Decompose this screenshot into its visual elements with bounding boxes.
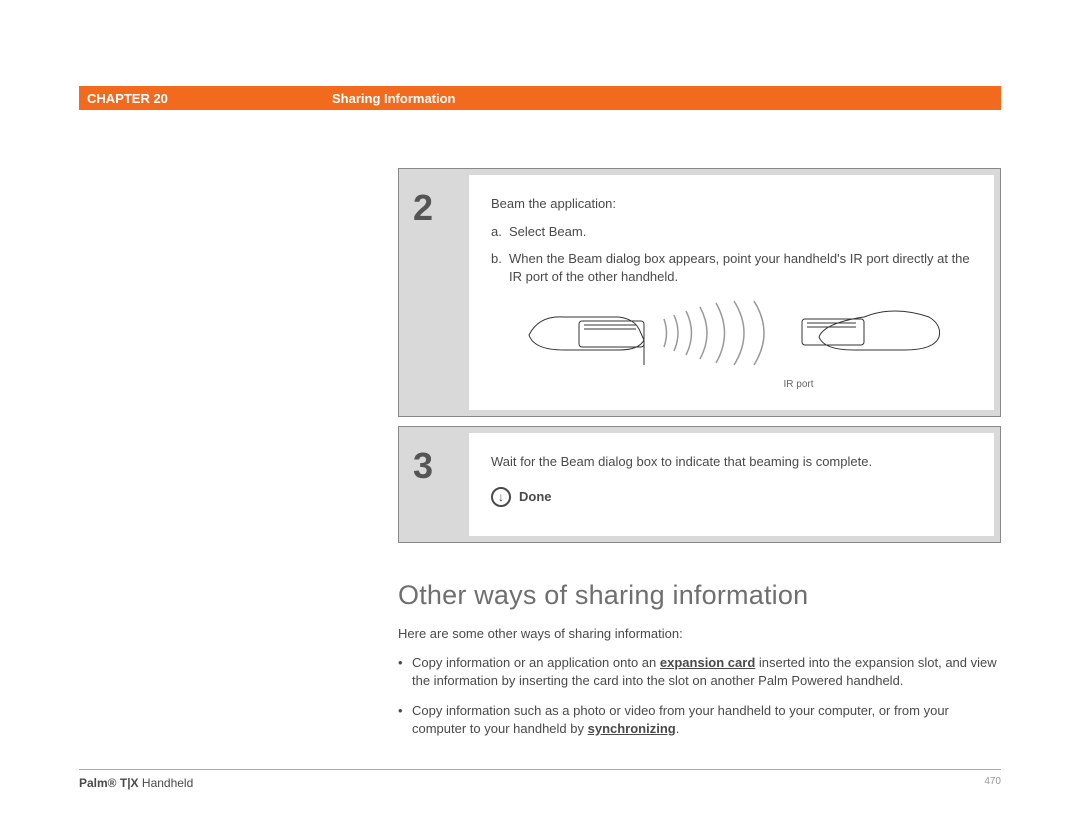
bullet-dot-icon: •: [398, 654, 412, 689]
done-arrow-icon: ↓: [491, 487, 511, 507]
section-heading: Other ways of sharing information: [398, 580, 808, 611]
chapter-label: CHAPTER 20: [79, 91, 332, 106]
done-row: ↓ Done: [491, 487, 976, 507]
step-3-body: Wait for the Beam dialog box to indicate…: [469, 433, 994, 536]
step-2-a-text: Select Beam.: [509, 223, 586, 241]
bullet-2: • Copy information such as a photo or vi…: [398, 702, 1001, 737]
synchronizing-link[interactable]: synchronizing: [588, 721, 676, 736]
step-3-number: 3: [413, 445, 433, 487]
bullet-1: • Copy information or an application ont…: [398, 654, 1001, 689]
footer-page-number: 470: [984, 776, 1001, 790]
step-3-box: 3 Wait for the Beam dialog box to indica…: [398, 426, 1001, 543]
section-intro: Here are some other ways of sharing info…: [398, 625, 1001, 643]
expansion-card-link[interactable]: expansion card: [660, 655, 755, 670]
bullet-1-pre: Copy information or an application onto …: [412, 655, 660, 670]
step-2-box: 2 Beam the application: a. Select Beam. …: [398, 168, 1001, 417]
step-2-intro: Beam the application:: [491, 195, 976, 213]
ir-port-label: IR port: [783, 378, 813, 392]
chapter-header-bar: CHAPTER 20 Sharing Information: [79, 86, 1001, 110]
beam-illustration: IR port: [491, 295, 976, 391]
footer-product: Palm® T|X Handheld: [79, 776, 193, 790]
step-2-b-text: When the Beam dialog box appears, point …: [509, 250, 976, 285]
beam-svg: [524, 295, 944, 369]
footer-product-rest: Handheld: [139, 776, 194, 790]
step-2-sub-a: a. Select Beam.: [491, 223, 976, 241]
step-2-body: Beam the application: a. Select Beam. b.…: [469, 175, 994, 410]
chapter-title: Sharing Information: [332, 91, 1001, 106]
done-label: Done: [519, 488, 552, 506]
bullet-2-pre: Copy information such as a photo or vide…: [412, 703, 949, 736]
bullet-2-post: .: [676, 721, 680, 736]
footer-product-bold: Palm® T|X: [79, 776, 139, 790]
page-footer: Palm® T|X Handheld 470: [79, 769, 1001, 790]
step-2-b-label: b.: [491, 250, 509, 285]
step-2-a-label: a.: [491, 223, 509, 241]
step-2-sub-b: b. When the Beam dialog box appears, poi…: [491, 250, 976, 285]
bullet-2-text: Copy information such as a photo or vide…: [412, 702, 1001, 737]
bullet-1-text: Copy information or an application onto …: [412, 654, 1001, 689]
step-2-number: 2: [413, 187, 433, 229]
step-3-text: Wait for the Beam dialog box to indicate…: [491, 453, 976, 471]
bullet-dot-icon: •: [398, 702, 412, 737]
